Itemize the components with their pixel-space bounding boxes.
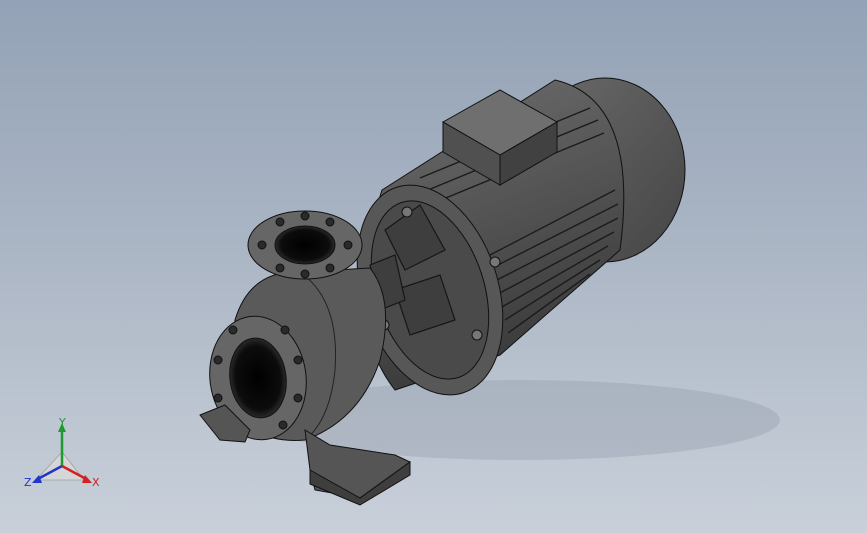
bolt: [401, 206, 413, 218]
x-axis-label: X: [92, 476, 100, 489]
pump-3d-model[interactable]: [0, 0, 867, 533]
coordinate-triad: Y X Z: [24, 418, 100, 489]
y-axis-label: Y: [58, 418, 66, 429]
bolt: [489, 256, 501, 268]
z-axis-label: Z: [24, 476, 32, 489]
graphics-viewport[interactable]: Y X Z: [0, 0, 867, 533]
bolt: [471, 329, 483, 341]
discharge-flange[interactable]: [247, 210, 363, 280]
